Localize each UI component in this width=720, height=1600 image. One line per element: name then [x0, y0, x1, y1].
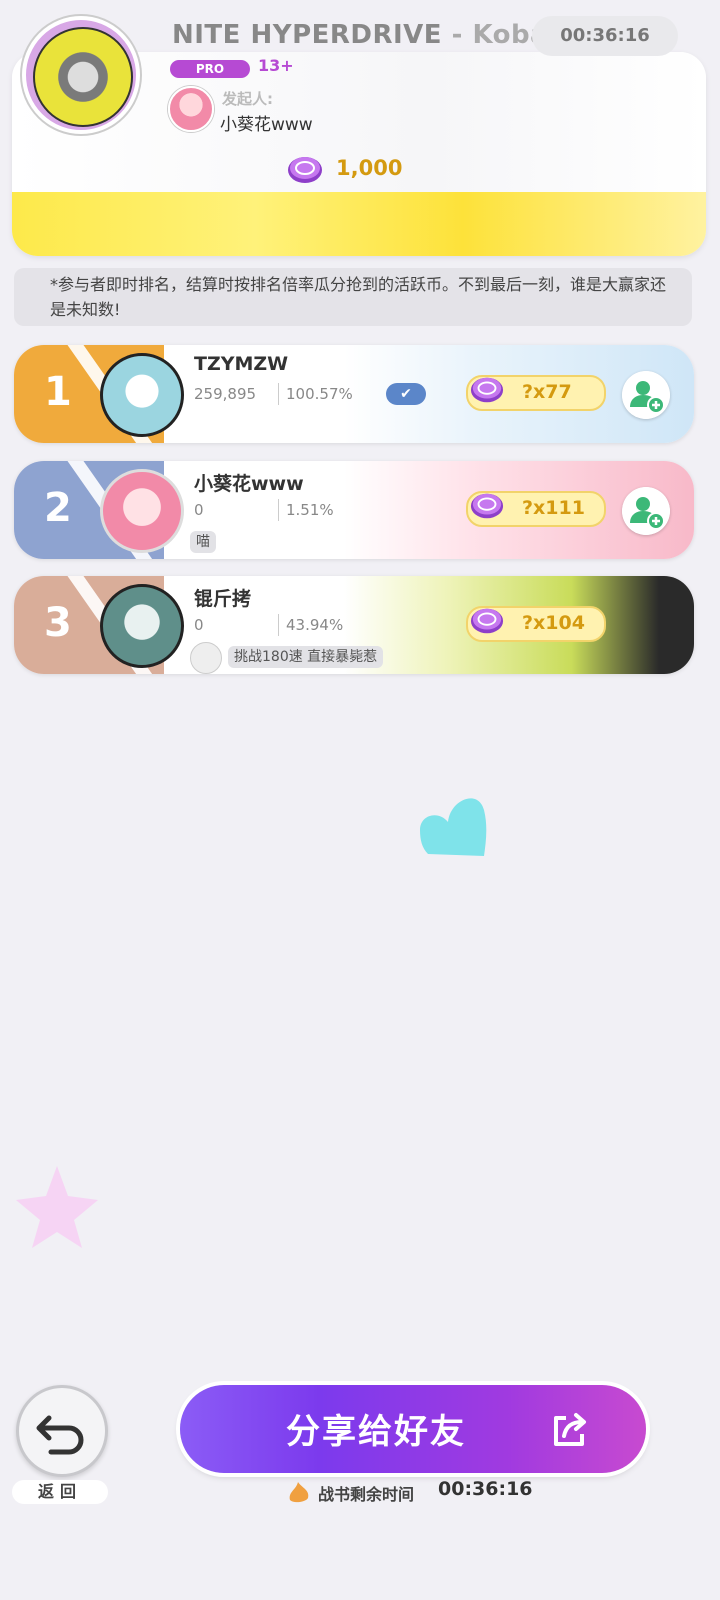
- player-name: 小葵花www: [194, 473, 304, 495]
- song-name: NITE HYPERDRIVE: [172, 20, 443, 50]
- song-card-prize-strip: [12, 192, 706, 256]
- stat-divider: [278, 499, 279, 521]
- player-name: 锟斤拷: [194, 588, 252, 610]
- back-label[interactable]: 返回: [12, 1480, 108, 1504]
- song-separator: -: [442, 20, 473, 50]
- share-icon[interactable]: [550, 1410, 590, 1450]
- player-score: 259,895: [194, 385, 257, 403]
- add-friend-icon[interactable]: [622, 487, 670, 535]
- prize-amount: 1,000: [336, 156, 403, 180]
- rank-number: 3: [44, 600, 72, 646]
- coin-icon: [470, 608, 504, 634]
- song-title: NITE HYPERDRIVE - Kobary: [172, 20, 579, 50]
- coin-icon: [288, 157, 322, 183]
- title-avatar-icon: [190, 642, 222, 674]
- host-label: 发起人:: [222, 90, 273, 108]
- player-accuracy: 43.94%: [286, 616, 344, 634]
- reward-multiplier: ?x104: [522, 612, 585, 634]
- player-accuracy: 1.51%: [286, 501, 334, 519]
- coin-icon: [470, 377, 504, 403]
- flame-icon: [289, 1482, 309, 1503]
- player-tag: 挑战180速 直接暴毙惹: [228, 646, 384, 668]
- rank-row-2[interactable]: 2 小葵花www 0 1.51% 喵 ?x111: [14, 461, 694, 559]
- back-icon: [36, 1415, 84, 1455]
- player-score: 0: [194, 616, 204, 634]
- rank-number: 1: [44, 369, 72, 415]
- add-friend-icon[interactable]: [622, 371, 670, 419]
- player-accuracy: 100.57%: [286, 385, 353, 403]
- heart-decoration-icon: [420, 798, 487, 856]
- remaining-time-value: 00:36:16: [438, 1478, 533, 1500]
- stat-divider: [278, 383, 279, 405]
- host-name: 小葵花www: [220, 115, 313, 135]
- reward-multiplier: ?x77: [522, 381, 572, 403]
- coin-icon: [470, 493, 504, 519]
- difficulty-badge: PRO: [170, 60, 250, 78]
- star-decoration-icon: [16, 1166, 98, 1248]
- player-tag: 喵: [190, 531, 216, 553]
- challenge-timer: 00:36:16: [532, 16, 678, 56]
- stat-divider: [278, 614, 279, 636]
- check-icon: ✔: [386, 383, 426, 405]
- player-avatar[interactable]: [100, 353, 184, 437]
- host-avatar[interactable]: [168, 86, 214, 132]
- reward-multiplier: ?x111: [522, 497, 585, 519]
- notice-text: *参与者即时排名，结算时按排名倍率瓜分抢到的活跃币。不到最后一刻，谁是大赢家还是…: [50, 275, 667, 319]
- player-avatar[interactable]: [100, 469, 184, 553]
- remaining-time-label: 战书剩余时间: [318, 1485, 415, 1504]
- share-label[interactable]: 分享给好友: [286, 1404, 466, 1453]
- rank-row-1[interactable]: 1 TZYMZW 259,895 100.57% ✔ ?x77: [14, 345, 694, 443]
- rank-row-3[interactable]: 3 锟斤拷 0 43.94% 挑战180速 直接暴毙惹 ?x104: [14, 576, 694, 674]
- back-button[interactable]: [16, 1385, 108, 1477]
- player-name: TZYMZW: [194, 353, 289, 375]
- player-score: 0: [194, 501, 204, 519]
- level-label: 13+: [258, 56, 294, 75]
- rank-number: 2: [44, 485, 72, 531]
- album-jacket-icon[interactable]: [22, 16, 140, 134]
- player-avatar[interactable]: [100, 584, 184, 668]
